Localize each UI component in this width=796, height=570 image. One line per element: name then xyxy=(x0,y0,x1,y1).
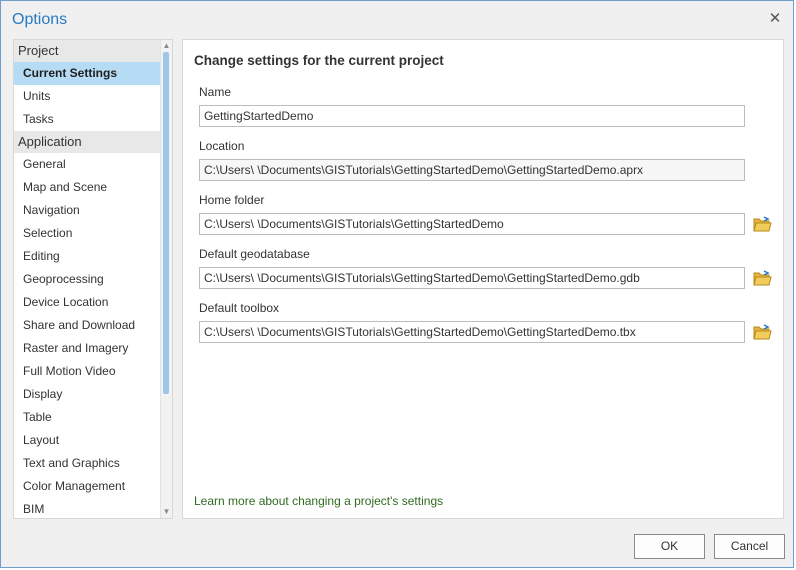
nav-item-units[interactable]: Units xyxy=(14,85,162,108)
nav-item-color-management[interactable]: Color Management xyxy=(14,475,162,498)
home-folder-label: Home folder xyxy=(199,193,265,207)
nav-item-display[interactable]: Display xyxy=(14,383,162,406)
nav-item-geoprocessing[interactable]: Geoprocessing xyxy=(14,268,162,291)
options-dialog: Options ✕ Project Current Settings Units Ta… xyxy=(0,0,794,568)
open-folder-icon[interactable] xyxy=(752,322,772,342)
learn-more-link[interactable]: Learn more about changing a project's se… xyxy=(194,494,443,508)
location-field[interactable]: C:\Users\ \Documents\GISTutorials\Gettin… xyxy=(199,159,745,181)
open-folder-icon[interactable] xyxy=(752,214,772,234)
scroll-down-icon[interactable]: ▼ xyxy=(161,506,172,518)
nav-item-bim[interactable]: BIM xyxy=(14,498,162,518)
options-nav: Project Current Settings Units Tasks Applica… xyxy=(13,39,173,519)
dialog-title: Options xyxy=(12,11,68,28)
nav-list: Project Current Settings Units Tasks Applica… xyxy=(14,40,162,518)
nav-item-editing[interactable]: Editing xyxy=(14,245,162,268)
default-geodatabase-field[interactable]: C:\Users\ \Documents\GISTutorials\Gettin… xyxy=(199,267,745,289)
cancel-button[interactable]: Cancel xyxy=(714,534,785,559)
name-field[interactable]: GettingStartedDemo xyxy=(199,105,745,127)
nav-item-text-and-graphics[interactable]: Text and Graphics xyxy=(14,452,162,475)
name-label: Name xyxy=(199,85,232,99)
location-label: Location xyxy=(199,139,245,153)
scroll-up-icon[interactable]: ▲ xyxy=(161,40,172,52)
ok-button[interactable]: OK xyxy=(634,534,705,559)
nav-scrollbar[interactable]: ▲ ▼ xyxy=(160,40,172,518)
nav-group-header: Application xyxy=(14,131,162,153)
nav-item-table[interactable]: Table xyxy=(14,406,162,429)
default-toolbox-label: Default toolbox xyxy=(199,301,280,315)
nav-item-raster-and-imagery[interactable]: Raster and Imagery xyxy=(14,337,162,360)
nav-item-full-motion-video[interactable]: Full Motion Video xyxy=(14,360,162,383)
nav-item-navigation[interactable]: Navigation xyxy=(14,199,162,222)
panel-heading: Change settings for the current project xyxy=(194,53,444,68)
title-bar: Options ✕ xyxy=(1,1,793,39)
nav-item-general[interactable]: General xyxy=(14,153,162,176)
open-folder-icon[interactable] xyxy=(752,268,772,288)
nav-item-current-settings[interactable]: Current Settings xyxy=(14,62,162,85)
default-toolbox-field[interactable]: C:\Users\ \Documents\GISTutorials\Gettin… xyxy=(199,321,745,343)
default-geodatabase-label: Default geodatabase xyxy=(199,247,310,261)
nav-item-share-and-download[interactable]: Share and Download xyxy=(14,314,162,337)
nav-item-map-and-scene[interactable]: Map and Scene xyxy=(14,176,162,199)
settings-panel: Change settings for the current project … xyxy=(182,39,784,519)
close-icon[interactable]: ✕ xyxy=(766,10,784,28)
nav-item-device-location[interactable]: Device Location xyxy=(14,291,162,314)
scroll-thumb[interactable] xyxy=(163,52,169,394)
nav-group-header: Project xyxy=(14,40,162,62)
nav-item-layout[interactable]: Layout xyxy=(14,429,162,452)
nav-item-selection[interactable]: Selection xyxy=(14,222,162,245)
home-folder-field[interactable]: C:\Users\ \Documents\GISTutorials\Gettin… xyxy=(199,213,745,235)
nav-item-tasks[interactable]: Tasks xyxy=(14,108,162,131)
